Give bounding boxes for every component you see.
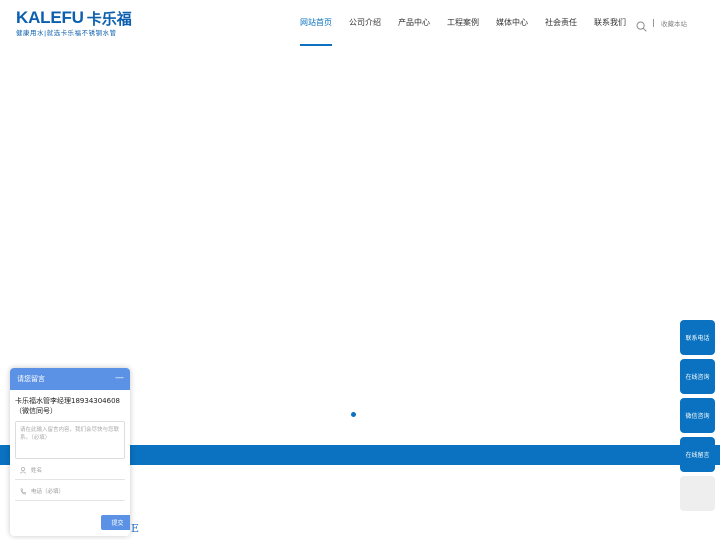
submit-button[interactable]: 提交 [101, 515, 130, 530]
section-heading-partial: E [131, 522, 140, 535]
logo-english: KALEFU [16, 8, 84, 27]
slider-dot[interactable] [351, 412, 356, 417]
add-favorite-link[interactable]: 收藏本站 [661, 18, 687, 28]
nav-item-about[interactable]: 公司介绍 [349, 0, 381, 46]
name-field [15, 463, 125, 480]
back-to-top-button[interactable] [680, 476, 715, 511]
nav-item-responsibility[interactable]: 社会责任 [545, 0, 577, 46]
phone-input[interactable] [31, 486, 121, 498]
float-wechat-button[interactable]: 微信咨询 [680, 398, 715, 433]
header-divider [653, 19, 654, 27]
logo-wordmark: KALEFU 卡乐福 [16, 8, 148, 28]
minus-icon[interactable]: — [115, 373, 124, 383]
nav-item-home[interactable]: 网站首页 [300, 0, 332, 46]
nav-item-media[interactable]: 媒体中心 [496, 0, 528, 46]
message-intro: 卡乐福水管李经理18934304608（微信同号） [15, 397, 120, 415]
phone-icon [20, 488, 27, 497]
float-online-chat-button[interactable]: 在线咨询 [680, 359, 715, 394]
float-phone-button[interactable]: 联系电话 [680, 320, 715, 355]
search-icon[interactable] [636, 17, 647, 32]
nav-item-products[interactable]: 产品中心 [398, 0, 430, 46]
message-textarea[interactable] [15, 421, 125, 459]
phone-field [15, 484, 125, 501]
name-input[interactable] [31, 465, 121, 477]
user-icon [20, 467, 26, 476]
float-message-button[interactable]: 在线留言 [680, 437, 715, 472]
message-popup-header: 请您留言 — [10, 368, 130, 390]
logo-chinese: 卡乐福 [86, 9, 132, 28]
message-popup: 请您留言 — 卡乐福水管李经理18934304608（微信同号） 提交 [10, 368, 130, 536]
main-nav: 网站首页 公司介绍 产品中心 工程案例 媒体中心 社会责任 联系我们 [300, 0, 626, 46]
nav-item-cases[interactable]: 工程案例 [447, 0, 479, 46]
message-popup-title: 请您留言 [17, 375, 45, 383]
nav-item-contact[interactable]: 联系我们 [594, 0, 626, 46]
logo-slogan: 健康用水|就选卡乐福不锈钢水管 [16, 29, 117, 37]
float-contact-bar: 联系电话 在线咨询 微信咨询 在线留言 [680, 320, 715, 515]
site-logo[interactable]: KALEFU 卡乐福 健康用水|就选卡乐福不锈钢水管 [16, 8, 148, 39]
site-header: KALEFU 卡乐福 健康用水|就选卡乐福不锈钢水管 网站首页 公司介绍 产品中… [0, 0, 720, 46]
